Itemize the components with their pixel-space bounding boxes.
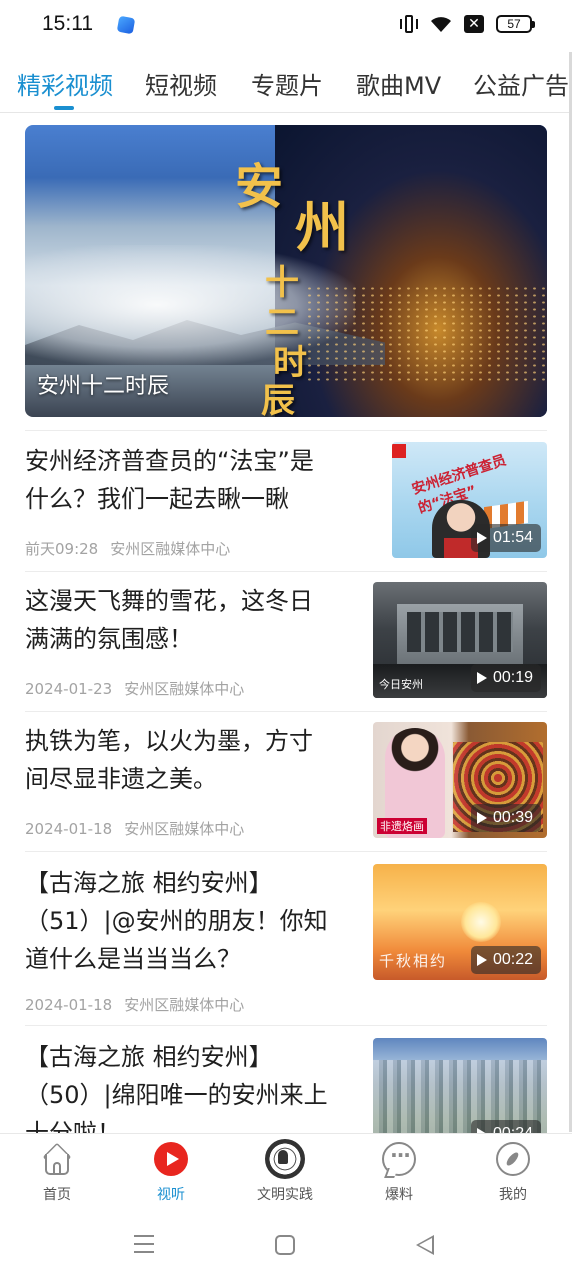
nav-label: 我的 bbox=[499, 1187, 527, 1203]
thumbnail-text: 千秋相约 bbox=[379, 952, 448, 970]
system-navigation-bar bbox=[0, 1215, 572, 1280]
nav-label: 视听 bbox=[157, 1187, 185, 1203]
featured-caption: 安州十二时辰 bbox=[37, 374, 170, 399]
nav-watch[interactable]: 视听 bbox=[126, 1142, 216, 1204]
news-item[interactable]: 【古海之旅 相约安州】 （50）|绵阳唯一的安州来上 十分啦！ 00:24 bbox=[25, 1038, 547, 1133]
home-icon bbox=[40, 1142, 74, 1176]
video-duration: 01:54 bbox=[470, 524, 541, 552]
tab-featured-videos[interactable]: 精彩视频 bbox=[17, 66, 113, 101]
video-thumbnail[interactable]: 今日安州 00:19 bbox=[373, 582, 547, 698]
news-source: 安州区融媒体中心 bbox=[110, 540, 231, 558]
status-time: 15:11 bbox=[42, 12, 93, 35]
nav-label: 文明实践 bbox=[257, 1187, 313, 1203]
news-meta: 2024-01-18 安州区融媒体中心 bbox=[25, 818, 244, 839]
news-source: 安州区融媒体中心 bbox=[124, 996, 245, 1014]
play-icon bbox=[476, 532, 487, 544]
thumbnail-text: 今日安州 bbox=[379, 678, 423, 691]
news-source: 安州区融媒体中心 bbox=[124, 820, 245, 838]
list-divider bbox=[25, 571, 547, 572]
thumbnail-text: 非遗烙画 bbox=[377, 818, 427, 834]
tab-music-mv[interactable]: 歌曲MV bbox=[356, 66, 441, 101]
nav-civilization-practice[interactable]: 文明实践 bbox=[240, 1139, 330, 1204]
video-duration: 00:24 bbox=[470, 1120, 541, 1133]
app-notification-icon bbox=[116, 15, 136, 35]
bottom-navigation: 首页 视听 文明实践 爆料 我的 bbox=[0, 1133, 572, 1215]
list-divider bbox=[25, 1025, 547, 1026]
seal-icon bbox=[265, 1139, 305, 1179]
list-divider bbox=[25, 711, 547, 712]
news-source: 安州区融媒体中心 bbox=[124, 680, 245, 698]
news-title: 这漫天飞舞的雪花，这冬日 满满的氛围感！ bbox=[25, 587, 313, 653]
category-tabs: 精彩视频 短视频 专题片 歌曲MV 公益广告 bbox=[0, 52, 572, 114]
news-date: 前天09:28 bbox=[25, 540, 99, 558]
news-item[interactable]: 这漫天飞舞的雪花，这冬日 满满的氛围感！ 2024-01-23 安州区融媒体中心 … bbox=[25, 582, 547, 702]
news-title: 安州经济普查员的“法宝”是 什么？我们一起去瞅一瞅 bbox=[25, 447, 314, 513]
active-tab-indicator bbox=[54, 106, 74, 110]
status-bar: 15:11 ✕ 57 bbox=[0, 0, 572, 52]
recent-apps-icon[interactable] bbox=[134, 1235, 154, 1253]
news-meta: 2024-01-23 安州区融媒体中心 bbox=[25, 678, 244, 699]
featured-video-banner[interactable]: 安 州 十 二 时 辰 安州十二时辰 bbox=[25, 125, 547, 417]
compass-icon bbox=[496, 1142, 530, 1176]
news-item[interactable]: 安州经济普查员的“法宝”是 什么？我们一起去瞅一瞅 前天09:28 安州区融媒体中… bbox=[25, 442, 547, 562]
vibrate-icon bbox=[400, 14, 418, 34]
news-date: 2024-01-23 bbox=[25, 680, 113, 698]
news-date: 2024-01-18 bbox=[25, 820, 113, 838]
nav-mine[interactable]: 我的 bbox=[468, 1142, 558, 1204]
video-duration: 00:39 bbox=[470, 804, 541, 832]
status-icons: ✕ 57 bbox=[400, 14, 535, 34]
tab-short-videos[interactable]: 短视频 bbox=[145, 66, 217, 101]
tab-documentaries[interactable]: 专题片 bbox=[251, 66, 323, 101]
chat-icon bbox=[382, 1142, 416, 1176]
video-duration: 00:22 bbox=[470, 946, 541, 974]
sim-off-icon: ✕ bbox=[464, 15, 484, 33]
video-thumbnail[interactable]: 安州经济普查员的“法宝” 01:54 bbox=[392, 442, 547, 558]
play-icon bbox=[476, 672, 487, 684]
list-divider bbox=[25, 430, 547, 431]
news-item[interactable]: 执铁为笔，以火为墨，方寸 间尽显非遗之美。 2024-01-18 安州区融媒体中心… bbox=[25, 722, 547, 842]
tabs-divider bbox=[0, 112, 572, 113]
system-home-icon[interactable] bbox=[275, 1235, 295, 1255]
nav-label: 爆料 bbox=[385, 1187, 413, 1203]
battery-icon: 57 bbox=[496, 15, 535, 33]
banner-city-lights bbox=[305, 285, 547, 385]
news-meta: 前天09:28 安州区融媒体中心 bbox=[25, 538, 230, 559]
news-date: 2024-01-18 bbox=[25, 996, 113, 1014]
list-divider bbox=[25, 851, 547, 852]
play-icon bbox=[476, 954, 487, 966]
news-item[interactable]: 【古海之旅 相约安州】 （51）|@安州的朋友！你知 道什么是当当当么？ 202… bbox=[25, 864, 547, 1014]
video-duration: 00:19 bbox=[470, 664, 541, 692]
video-thumbnail[interactable]: 千秋相约 00:22 bbox=[373, 864, 547, 980]
wifi-icon bbox=[431, 17, 451, 32]
play-icon bbox=[154, 1142, 188, 1176]
tab-public-ads[interactable]: 公益广告 bbox=[473, 66, 569, 101]
nav-home[interactable]: 首页 bbox=[12, 1142, 102, 1204]
play-icon bbox=[476, 812, 487, 824]
nav-report[interactable]: 爆料 bbox=[354, 1142, 444, 1204]
news-meta: 2024-01-18 安州区融媒体中心 bbox=[25, 994, 244, 1015]
video-thumbnail[interactable]: 00:24 bbox=[373, 1038, 547, 1133]
news-title: 执铁为笔，以火为墨，方寸 间尽显非遗之美。 bbox=[25, 727, 313, 793]
nav-label: 首页 bbox=[43, 1187, 71, 1203]
back-icon[interactable] bbox=[416, 1235, 434, 1255]
video-thumbnail[interactable]: 非遗烙画 00:39 bbox=[373, 722, 547, 838]
news-title: 【古海之旅 相约安州】 （51）|@安州的朋友！你知 道什么是当当当么？ bbox=[25, 869, 328, 973]
news-title: 【古海之旅 相约安州】 （50）|绵阳唯一的安州来上 十分啦！ bbox=[25, 1043, 328, 1133]
